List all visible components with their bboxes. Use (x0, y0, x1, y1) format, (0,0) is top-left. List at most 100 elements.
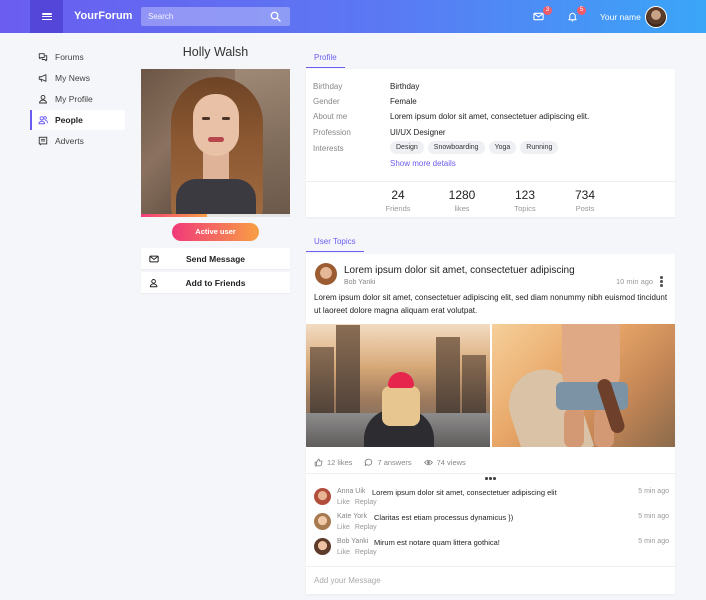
info-value: Birthday (390, 82, 420, 91)
interest-chip[interactable]: Snowboarding (427, 141, 485, 154)
add-user-icon (149, 278, 158, 287)
reply-link[interactable]: Replay (355, 524, 377, 531)
info-label: Gender (313, 97, 340, 106)
notifications-button[interactable]: 5 (567, 6, 586, 24)
menu-button[interactable] (30, 0, 63, 33)
megaphone-icon (38, 74, 47, 82)
post-title[interactable]: Lorem ipsum dolor sit amet, consectetuer… (344, 265, 575, 276)
comment-actions: Like Replay (337, 499, 382, 506)
info-label: Interests (313, 144, 344, 153)
sidebar-item-people[interactable]: People (30, 110, 125, 130)
user-name[interactable]: Your name (600, 12, 641, 22)
progress-fill (141, 214, 207, 217)
avatar[interactable] (314, 513, 331, 530)
sidebar-item-label: Adverts (55, 136, 84, 146)
user-icon (39, 94, 47, 104)
messages-button[interactable]: 3 (533, 6, 552, 24)
info-label: Birthday (313, 82, 343, 91)
post-body: Lorem ipsum dolor sit amet, consectetuer… (314, 293, 668, 315)
comment-item: Bob Yanki Mirum est notare quam littera … (314, 538, 669, 560)
comment-text: Mirum est notare quam littera gothica! (374, 538, 500, 547)
comment-time: 5 min ago (638, 488, 669, 495)
sidebar-item-label: My News (55, 73, 90, 83)
sidebar-item-my-profile[interactable]: My Profile (30, 89, 125, 109)
likes-count: 12 likes (327, 458, 353, 467)
reply-link[interactable]: Replay (355, 499, 377, 506)
info-label: About me (313, 112, 348, 121)
adverts-icon (38, 136, 48, 146)
brand-logo[interactable]: YourForum (74, 10, 132, 22)
avatar[interactable] (315, 263, 337, 285)
interest-chip[interactable]: Yoga (488, 141, 517, 154)
stat-posts[interactable]: 734 Posts (555, 188, 615, 213)
post-image-skateboard[interactable] (492, 324, 675, 447)
sidebar-item-label: My Profile (55, 94, 93, 104)
topic-card: Lorem ipsum dolor sit amet, consectetuer… (306, 254, 675, 594)
profile-info-card: Birthday Birthday Gender Female About me… (306, 69, 675, 217)
likes-button[interactable]: 12 likes (314, 458, 352, 467)
search-icon[interactable] (270, 11, 281, 22)
stat-label: Friends (385, 204, 411, 213)
profile-photo (141, 69, 290, 214)
more-comments-icon[interactable] (485, 477, 496, 480)
comment-author[interactable]: Anna Uik (337, 488, 365, 495)
stat-label: Topics (514, 204, 536, 213)
avatar[interactable] (645, 6, 667, 28)
sidebar-item-label: Forums (55, 52, 84, 62)
sidebar-item-my-news[interactable]: My News (30, 68, 125, 88)
answers-button[interactable]: 7 answers (364, 458, 412, 467)
status-badge: Active user (172, 223, 259, 241)
sidebar-item-label: People (55, 115, 83, 125)
info-value: Lorem ipsum dolor sit amet, consectetuer… (390, 112, 590, 121)
comment-icon (364, 458, 373, 467)
sidebar-item-adverts[interactable]: Adverts (30, 131, 125, 151)
send-message-label: Send Message (185, 253, 246, 264)
profile-name: Holly Walsh (182, 45, 249, 59)
reply-link[interactable]: Replay (355, 549, 377, 556)
send-message-button[interactable]: Send Message (141, 248, 290, 269)
tab-user-topics[interactable]: User Topics (306, 231, 364, 252)
info-value: UI/UX Designer (390, 128, 446, 137)
bell-icon (568, 12, 577, 22)
show-more-link[interactable]: Show more details (390, 159, 456, 168)
sidebar-item-forums[interactable]: Forums (30, 47, 125, 67)
like-link[interactable]: Like (337, 549, 350, 556)
profile-progress-bar (141, 214, 290, 217)
stat-friends[interactable]: 24 Friends (368, 188, 428, 213)
tab-profile[interactable]: Profile (306, 47, 345, 68)
search-input[interactable] (141, 7, 266, 26)
post-image-city[interactable] (306, 324, 490, 447)
stat-label: Posts (575, 204, 595, 213)
info-value: Female (390, 97, 417, 106)
notifications-badge: 5 (577, 6, 586, 15)
views-indicator: 74 views (423, 458, 466, 467)
search-box[interactable] (141, 7, 290, 26)
avatar[interactable] (314, 538, 331, 555)
top-bar: YourForum 3 5 Your name (0, 0, 706, 33)
post-author[interactable]: Bob Yanki (344, 279, 375, 286)
more-vertical-icon[interactable] (660, 276, 664, 288)
stat-likes[interactable]: 1280 likes (432, 188, 492, 213)
comment-author[interactable]: Kate York (337, 513, 367, 520)
post-time: 10 min ago (616, 277, 654, 286)
stat-value: 734 (574, 188, 596, 202)
hamburger-icon (41, 13, 52, 20)
interest-chips: Design Snowboarding Yoga Running (390, 141, 559, 154)
interest-chip[interactable]: Design (390, 141, 424, 154)
message-input[interactable] (306, 567, 675, 593)
like-link[interactable]: Like (337, 499, 350, 506)
stat-label: likes (454, 204, 470, 213)
comment-item: Kate York Claritas est etiam processus d… (314, 513, 669, 535)
avatar[interactable] (314, 488, 331, 505)
messages-badge: 3 (543, 6, 552, 15)
stat-topics[interactable]: 123 Topics (495, 188, 555, 213)
like-link[interactable]: Like (337, 524, 350, 531)
comment-author[interactable]: Bob Yanki (337, 538, 368, 545)
comment-item: Anna Uik Lorem ipsum dolor sit amet, con… (314, 488, 669, 510)
add-friend-button[interactable]: Add to Friends (141, 272, 290, 293)
envelope-icon (533, 12, 544, 21)
post-stats: 12 likes 7 answers 74 views (314, 458, 466, 467)
forums-icon (38, 53, 48, 62)
interest-chip[interactable]: Running (520, 141, 559, 154)
stat-value: 123 (514, 188, 536, 202)
